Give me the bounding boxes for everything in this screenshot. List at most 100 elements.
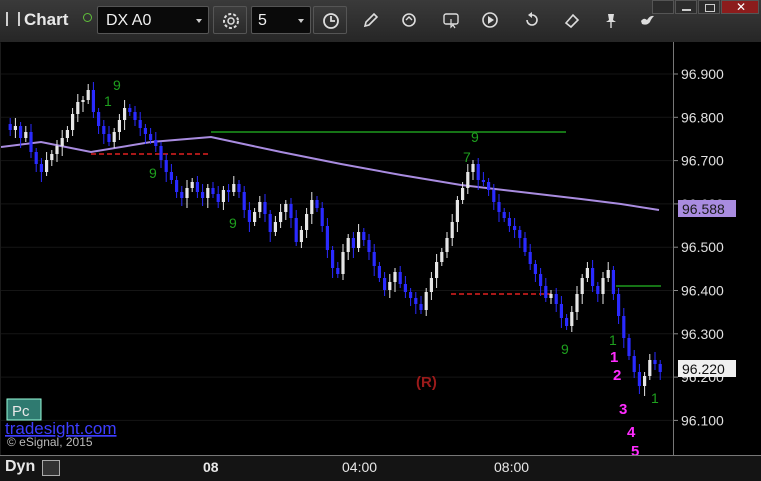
interval-input[interactable]: 5 bbox=[251, 6, 311, 34]
settings-icon[interactable] bbox=[42, 460, 60, 476]
reversal-marker: (R) bbox=[416, 374, 437, 391]
candle-body bbox=[81, 100, 85, 102]
close-icon: ✕ bbox=[736, 0, 747, 14]
time-label: 04:00 bbox=[342, 459, 378, 475]
candle-body bbox=[435, 262, 439, 278]
price-tick-label: 96.100 bbox=[681, 412, 724, 428]
eraser-icon[interactable] bbox=[563, 11, 581, 29]
chart-canvas[interactable]: 9 1 9 9 9 7 9 1 1 1 2 3 4 5 (R) Pc trade… bbox=[0, 42, 673, 460]
candle-body bbox=[97, 112, 101, 126]
candle-body bbox=[185, 188, 189, 198]
candle-body bbox=[13, 126, 17, 130]
candle-body bbox=[601, 278, 605, 294]
candle-body bbox=[253, 212, 257, 222]
close-button[interactable]: ✕ bbox=[721, 0, 759, 14]
candle-body bbox=[487, 182, 491, 190]
candle-body bbox=[315, 200, 319, 208]
candle-body bbox=[133, 112, 137, 120]
candle-body bbox=[216, 194, 220, 202]
candle-body bbox=[299, 230, 303, 242]
candle-body bbox=[175, 180, 179, 192]
time-axis[interactable]: Dyn 08 04:00 08:00 bbox=[0, 455, 761, 481]
candle-body bbox=[331, 250, 335, 268]
price-tick-label: 96.300 bbox=[681, 326, 724, 342]
chevron-down-icon[interactable] bbox=[196, 19, 202, 23]
chevron-down-icon[interactable] bbox=[298, 19, 304, 23]
candle-body bbox=[268, 214, 272, 232]
window-title: Chart bbox=[6, 10, 68, 30]
candle-body bbox=[367, 240, 371, 252]
candle-body bbox=[362, 232, 366, 240]
candle-body bbox=[440, 252, 444, 262]
minimize-button[interactable] bbox=[675, 0, 697, 14]
count-label: 1 bbox=[610, 349, 618, 366]
candle-body bbox=[71, 114, 75, 130]
candle-body bbox=[596, 286, 600, 294]
candle-body bbox=[632, 356, 636, 372]
candle-body bbox=[247, 210, 251, 222]
candle-body bbox=[383, 278, 387, 290]
minimize-icon bbox=[682, 9, 691, 11]
candle-body bbox=[39, 164, 43, 172]
refresh-icon[interactable] bbox=[400, 11, 418, 29]
candle-body bbox=[289, 204, 293, 218]
candle-body bbox=[565, 318, 569, 326]
candle-body bbox=[154, 140, 158, 146]
candle-body bbox=[539, 274, 543, 286]
maximize-button[interactable] bbox=[698, 0, 720, 14]
candle-body bbox=[643, 376, 647, 386]
count-label: 4 bbox=[627, 424, 636, 441]
count-label: 1 bbox=[651, 390, 659, 406]
candle-body bbox=[424, 292, 428, 310]
clock-settings-icon bbox=[223, 13, 239, 29]
candle-body bbox=[419, 304, 423, 310]
candle-body bbox=[107, 134, 111, 142]
symbol-input[interactable]: DX A0 bbox=[97, 6, 209, 34]
candle-body bbox=[149, 134, 153, 140]
candle-body bbox=[372, 252, 376, 266]
candle-body bbox=[310, 200, 314, 214]
candle-body bbox=[138, 120, 142, 128]
candle-body bbox=[76, 102, 80, 114]
candle-body bbox=[637, 372, 641, 386]
candle-body bbox=[336, 268, 340, 274]
candle-body bbox=[403, 284, 407, 292]
play-icon[interactable] bbox=[481, 11, 499, 29]
candle-body bbox=[320, 208, 324, 226]
clock-icon bbox=[323, 13, 339, 29]
price-axis[interactable]: 96.90096.80096.70096.60096.50096.40096.3… bbox=[673, 42, 761, 455]
price-axis-canvas: 96.90096.80096.70096.60096.50096.40096.3… bbox=[674, 66, 736, 428]
count-label: 9 bbox=[561, 341, 569, 357]
candle-body bbox=[377, 266, 381, 278]
candle-body bbox=[533, 264, 537, 274]
candle-body bbox=[294, 218, 298, 242]
link-indicator-icon[interactable] bbox=[83, 13, 92, 22]
clock-settings-button[interactable] bbox=[213, 6, 247, 34]
cursor-icon[interactable] bbox=[442, 11, 460, 29]
candle-body bbox=[263, 202, 267, 214]
candle-body bbox=[195, 182, 199, 192]
chart-icon bbox=[6, 12, 20, 26]
candle-body bbox=[570, 312, 574, 326]
candle-body bbox=[242, 192, 246, 210]
candle-body bbox=[471, 164, 475, 172]
price-chart[interactable]: 9 1 9 9 9 7 9 1 1 1 2 3 4 5 (R) Pc trade… bbox=[0, 42, 673, 460]
candle-body bbox=[325, 226, 329, 250]
candle-body bbox=[55, 146, 59, 154]
candle-body bbox=[606, 270, 610, 278]
candle-body bbox=[658, 364, 662, 372]
candle-body bbox=[206, 188, 210, 198]
candle-body bbox=[143, 128, 147, 134]
pin-icon[interactable] bbox=[602, 11, 620, 29]
candle-body bbox=[258, 202, 262, 212]
current-price: 96.220 bbox=[682, 361, 725, 377]
pencil-icon[interactable] bbox=[362, 11, 380, 29]
window-pin-button[interactable] bbox=[652, 0, 674, 14]
candle-body bbox=[455, 200, 459, 222]
moving-average-line[interactable] bbox=[0, 135, 660, 211]
time-button[interactable] bbox=[313, 6, 347, 34]
candle-body bbox=[627, 338, 631, 356]
candle-body bbox=[648, 360, 652, 376]
reset-icon[interactable] bbox=[523, 11, 541, 29]
candle-body bbox=[180, 192, 184, 198]
